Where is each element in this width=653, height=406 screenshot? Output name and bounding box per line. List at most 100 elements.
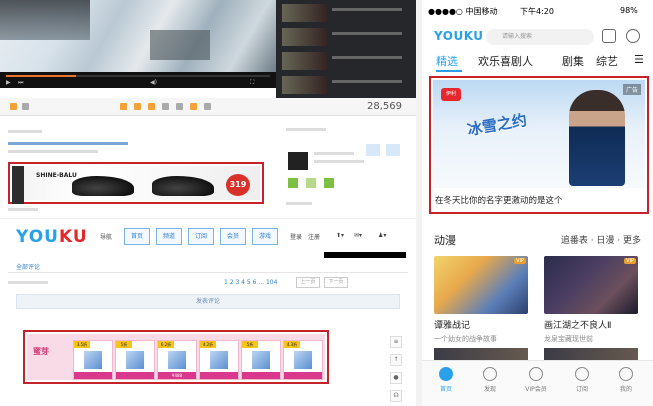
back-to-top-icon[interactable]: ↑: [390, 354, 402, 366]
download-icon[interactable]: [602, 29, 616, 43]
nav-vip[interactable]: VIP会员: [516, 365, 556, 393]
feedback-icon[interactable]: ≡: [390, 336, 402, 348]
divider: [8, 272, 408, 273]
tab-comedy[interactable]: 欢乐喜剧人: [478, 53, 533, 69]
bottom-nav: 首页 发现 VIP会员 订阅 我的: [422, 360, 653, 406]
menu-icon[interactable]: ☰: [634, 53, 644, 66]
register-link[interactable]: 注册: [308, 232, 320, 241]
subscribe-button[interactable]: [366, 144, 380, 156]
phone-icon[interactable]: [204, 103, 211, 110]
mia-ad-banner[interactable]: 蜜芽 3.5折 5折 6.2折 ¥488 4.2折 5折 4.3折: [23, 330, 329, 384]
report-icon[interactable]: [176, 103, 183, 110]
vip-badge: VIP: [514, 258, 526, 264]
green-icon[interactable]: [288, 178, 298, 188]
ad-tag: 广告: [622, 84, 641, 95]
app-logo[interactable]: YOUKU: [434, 29, 484, 43]
dislike-icon[interactable]: [22, 103, 29, 110]
playlist-text: [332, 32, 402, 35]
home-icon: [439, 367, 453, 381]
uploader-avatar[interactable]: [288, 152, 308, 170]
user-icon[interactable]: ♟▾: [378, 232, 386, 239]
follow-button[interactable]: [386, 144, 400, 156]
nav-button-home[interactable]: 首页: [124, 228, 150, 245]
like-icon[interactable]: [10, 103, 17, 110]
mail-icon[interactable]: ✉▾: [354, 232, 362, 239]
green-icon[interactable]: [324, 178, 334, 188]
ad-brand: 蜜芽: [33, 347, 49, 356]
tab-drama[interactable]: 剧集: [562, 53, 584, 69]
shoe-image: [152, 176, 214, 196]
playlist-text: [332, 80, 402, 83]
nav-me[interactable]: 我的: [606, 365, 646, 393]
ad-product[interactable]: 4.2折: [199, 340, 239, 380]
comment-pager: 1 2 3 4 5 6 ... 104 上一页 下一页: [8, 277, 408, 289]
nav-subscribe[interactable]: 订阅: [562, 365, 602, 393]
nav-menu-label[interactable]: 导航: [100, 232, 112, 241]
history-icon[interactable]: [626, 29, 640, 43]
crown-icon: [529, 367, 543, 381]
uploader-link[interactable]: [8, 142, 128, 145]
app-icon[interactable]: [190, 103, 197, 110]
post-comment-button[interactable]: 发表评论: [16, 294, 400, 309]
playlist-thumb[interactable]: [282, 76, 328, 94]
volume-icon[interactable]: ◀): [150, 79, 157, 86]
page-numbers[interactable]: 1 2 3 4 5 6 ... 104: [224, 279, 277, 286]
ad-product[interactable]: 4.3折: [283, 340, 323, 380]
section-links[interactable]: 追番表 · 日漫 · 更多: [561, 233, 641, 246]
login-link[interactable]: 登录: [290, 232, 302, 241]
card-title[interactable]: 谭雅战记: [434, 318, 470, 331]
featured-caption: 在冬天比你的名字更激动的是这个: [435, 196, 563, 206]
card-title[interactable]: 画江湖之不良人Ⅱ: [544, 318, 611, 331]
share-icon[interactable]: [134, 103, 141, 110]
location-icon[interactable]: ●: [390, 372, 402, 384]
upload-icon[interactable]: ⬆▾: [336, 232, 344, 239]
anime-card[interactable]: VIP: [544, 256, 638, 314]
playlist-panel: [276, 0, 416, 100]
playlist-thumb[interactable]: [282, 4, 328, 22]
info-heading: [8, 130, 42, 133]
ad-person: [569, 90, 625, 186]
more-icon[interactable]: [162, 103, 169, 110]
video-toolbar: 28,569: [0, 98, 416, 116]
anime-card[interactable]: VIP: [434, 256, 528, 314]
ad-product[interactable]: 6.2折 ¥488: [157, 340, 197, 380]
info-footer: [8, 208, 38, 211]
play-icon[interactable]: ▶: [6, 79, 11, 86]
nav-button-subscribe[interactable]: 订阅: [188, 228, 214, 245]
download-icon[interactable]: [148, 103, 155, 110]
compass-icon: [483, 367, 497, 381]
player-controls[interactable]: ▶ ⏭ ◀) ⛶: [0, 72, 276, 88]
search-input[interactable]: 请输入搜索: [486, 29, 594, 45]
active-tab-indicator: [436, 70, 462, 72]
tab-variety[interactable]: 综艺: [596, 53, 618, 69]
featured-ad-card[interactable]: 伊利 冰雪之约 广告 在冬天比你的名字更激动的是这个: [429, 76, 649, 214]
next-icon[interactable]: ⏭: [18, 79, 23, 87]
green-icon[interactable]: [306, 178, 316, 188]
shoe-ad-banner[interactable]: SHINE-BALU 319: [8, 162, 264, 204]
tab-featured[interactable]: 精选: [436, 53, 458, 69]
youku-header: YOUKU 导航 首页 频道 订阅 会员 游戏 登录 注册 ⬆▾ ✉▾ ♟▾: [0, 218, 416, 254]
favorite-icon[interactable]: [120, 103, 127, 110]
nav-button-member[interactable]: 会员: [220, 228, 246, 245]
ad-price: 319: [226, 174, 250, 196]
service-icon[interactable]: ☊: [390, 390, 402, 402]
progress-bar[interactable]: [6, 75, 270, 77]
ad-product[interactable]: 3.5折: [73, 340, 113, 380]
ad-product[interactable]: 5折: [115, 340, 155, 380]
app-header: YOUKU 请输入搜索: [422, 20, 653, 48]
nav-home[interactable]: 首页: [426, 365, 466, 393]
playlist-thumb[interactable]: [282, 28, 328, 46]
ad-slogan: 冰雪之约: [465, 110, 529, 140]
next-page-button[interactable]: 下一页: [324, 277, 348, 288]
playlist-thumb[interactable]: [282, 52, 328, 70]
fullscreen-icon[interactable]: ⛶: [250, 79, 254, 87]
card-subtitle: 龙泉宝藏现世前: [544, 335, 593, 343]
nav-button-channel[interactable]: 频道: [156, 228, 182, 245]
prev-page-button[interactable]: 上一页: [296, 277, 320, 288]
nav-button-game[interactable]: 游戏: [252, 228, 278, 245]
rss-icon: [575, 367, 589, 381]
nav-discover[interactable]: 发现: [470, 365, 510, 393]
tab-all-comments[interactable]: 全部评论: [16, 262, 40, 271]
ad-product[interactable]: 5折: [241, 340, 281, 380]
youku-logo[interactable]: YOUKU: [16, 227, 88, 247]
